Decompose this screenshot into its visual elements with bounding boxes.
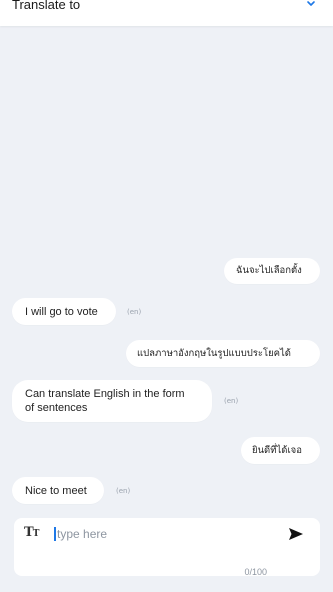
translation-text: I will go to vote xyxy=(25,306,98,318)
chevron-down-icon[interactable] xyxy=(305,0,317,10)
translation-bubble[interactable]: Can translate English in the form of sen… xyxy=(12,380,212,422)
source-bubble: ฉันจะไปเลือกตั้ง xyxy=(224,258,320,284)
text-size-icon[interactable]: TT xyxy=(24,526,42,539)
language-tag: (en) xyxy=(116,487,131,495)
translation-bubble[interactable]: I will go to vote xyxy=(12,298,116,325)
translation-text: Nice to meet xyxy=(25,485,87,497)
character-counter: 0/100 xyxy=(244,567,267,577)
header-bar[interactable]: Translate to xyxy=(0,0,333,26)
source-text: แปลภาษาอังกฤษในรูปแบบประโยคได้ xyxy=(137,348,291,359)
source-text: ฉันจะไปเลือกตั้ง xyxy=(236,265,302,276)
source-bubble: แปลภาษาอังกฤษในรูปแบบประโยคได้ xyxy=(126,340,320,367)
text-cursor xyxy=(54,527,56,541)
translation-bubble[interactable]: Nice to meet xyxy=(12,477,104,504)
translate-to-label: Translate to xyxy=(12,0,81,12)
translation-text-line-2: of sentences xyxy=(25,402,88,414)
language-tag: (en) xyxy=(224,397,239,405)
source-text: ยินดีที่ได้เจอ xyxy=(252,445,302,456)
language-tag: (en) xyxy=(127,308,142,316)
message-input[interactable] xyxy=(57,525,267,543)
translation-text-line-1: Can translate English in the form xyxy=(25,388,185,400)
send-icon[interactable] xyxy=(288,527,304,541)
message-composer: TT 0/100 xyxy=(14,518,320,577)
source-bubble: ยินดีที่ได้เจอ xyxy=(241,437,320,464)
